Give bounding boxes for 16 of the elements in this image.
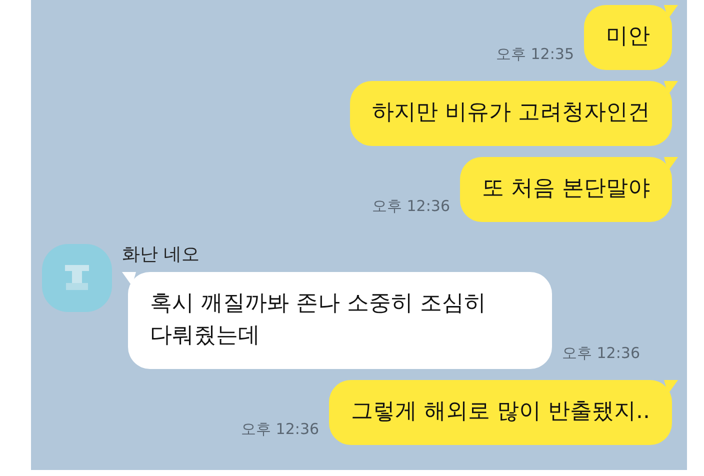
sent-message-bubble: 또 처음 본단말야 [460,157,672,222]
message-time: 오후 12:36 [562,344,640,363]
bubble-tail [664,380,678,394]
bubble-tail [664,81,678,95]
bubble-tail [664,5,678,19]
sent-message-bubble: 그렇게 해외로 많이 반출됐지.. [329,380,672,445]
sender-name: 화난 네오 [122,244,201,266]
message-time: 오후 12:36 [372,197,450,216]
message-time: 오후 12:35 [496,45,574,64]
bubble-tail [664,157,678,171]
sent-message-bubble: 하지만 비유가 고려청자인건 [350,81,672,146]
message-time: 오후 12:36 [241,420,320,439]
avatar-icon[interactable] [42,244,112,312]
received-message-bubble: 혹시 깨질까봐 존나 소중히 조심히 다뤄줬는데 [128,272,552,369]
bubble-tail [122,272,136,286]
sent-message-bubble: 미안 [584,5,672,70]
